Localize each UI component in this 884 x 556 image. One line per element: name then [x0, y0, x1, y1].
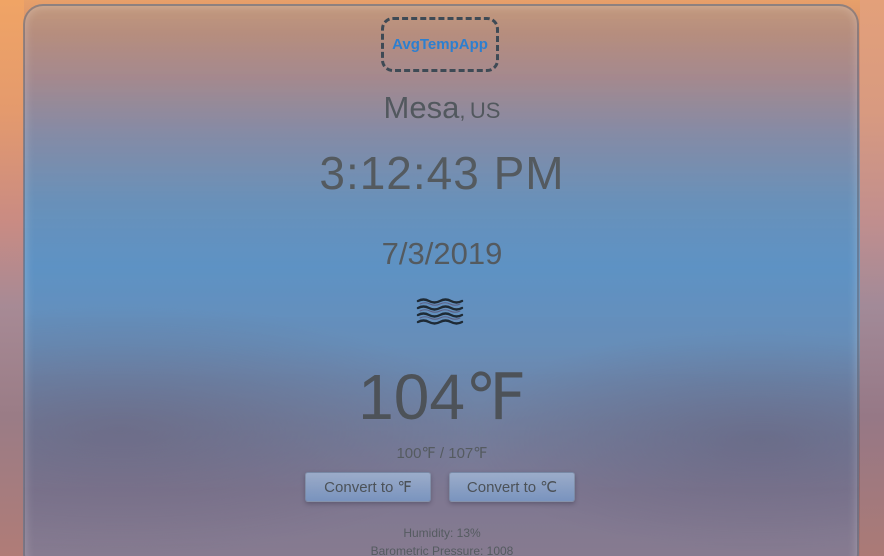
- current-temperature: 104℉: [358, 361, 526, 433]
- temperature-range: 100℉ / 107℉: [396, 445, 488, 462]
- country-code: US: [469, 98, 501, 123]
- pressure-text: Barometric Pressure: 1008: [370, 544, 514, 556]
- location-separator: ,: [459, 98, 466, 123]
- weather-card: [23, 4, 859, 556]
- convert-to-fahrenheit-button[interactable]: Convert to ℉: [305, 472, 431, 502]
- app-brand-logo[interactable]: AvgTempApp: [381, 17, 499, 72]
- city-name: Mesa: [383, 90, 460, 125]
- app-brand-label: AvgTempApp: [392, 36, 488, 53]
- current-time: 3:12:43 PM: [319, 147, 565, 199]
- haze-icon: [416, 298, 464, 325]
- convert-to-celsius-button[interactable]: Convert to ℃: [449, 472, 575, 502]
- background-strip-left: [0, 0, 24, 556]
- weather-details: Humidity: 13% Barometric Pressure: 1008: [0, 524, 884, 556]
- background-strip-right: [860, 0, 884, 556]
- location-heading: Mesa, US: [0, 90, 884, 126]
- current-date: 7/3/2019: [381, 236, 503, 271]
- humidity-text: Humidity: 13%: [403, 526, 481, 540]
